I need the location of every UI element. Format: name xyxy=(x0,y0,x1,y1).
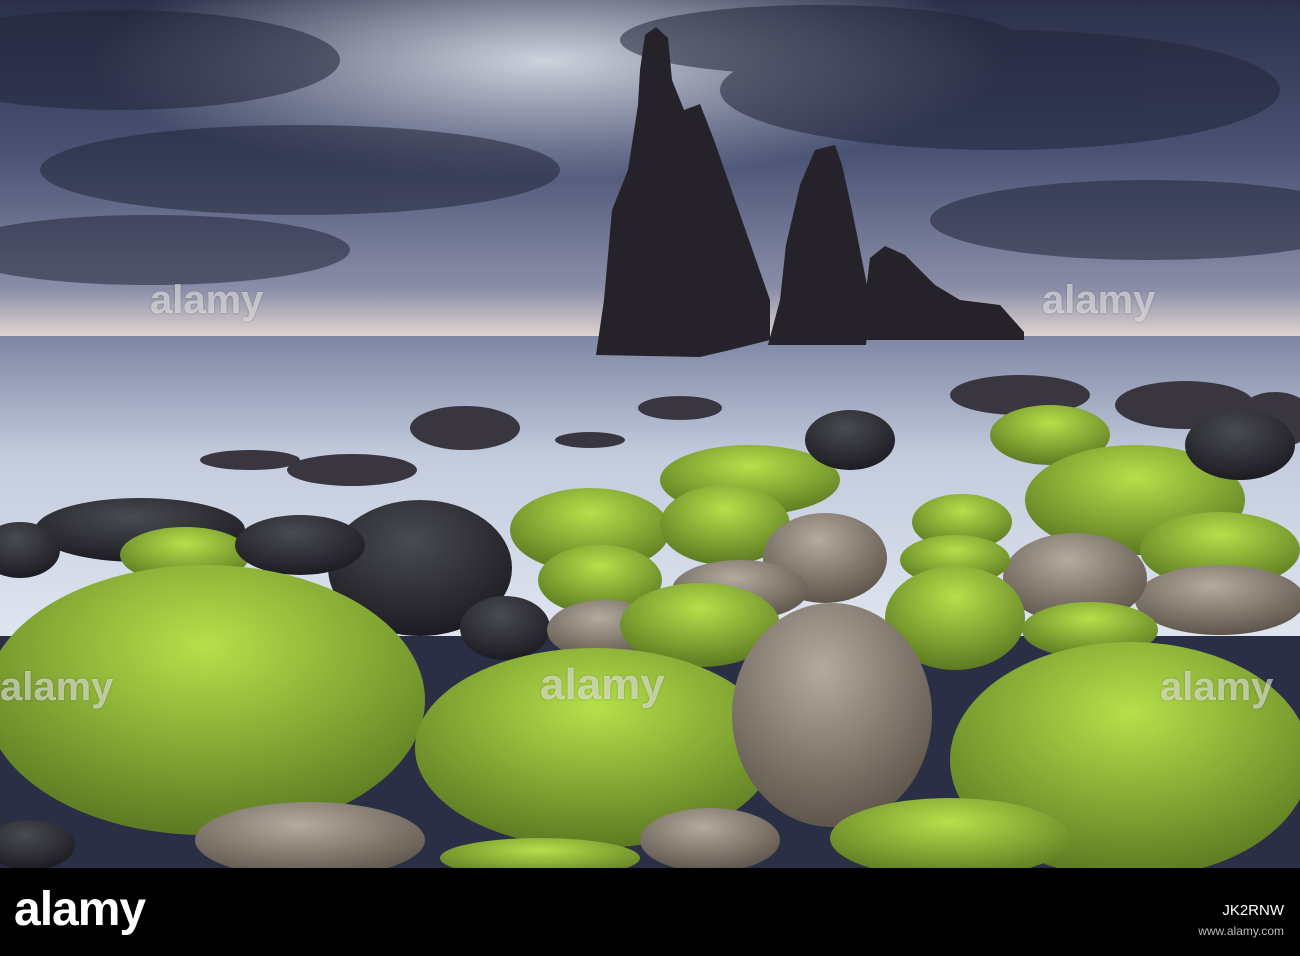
image-id: JK2RNW xyxy=(1222,902,1284,919)
site-url[interactable]: www.alamy.com xyxy=(1198,924,1284,938)
seascape-image xyxy=(0,0,1300,868)
footer-bar: alamy xyxy=(0,868,1300,956)
alamy-logo[interactable]: alamy xyxy=(14,886,146,934)
photo: alamy alamy alamy alamy alamy xyxy=(0,0,1300,868)
